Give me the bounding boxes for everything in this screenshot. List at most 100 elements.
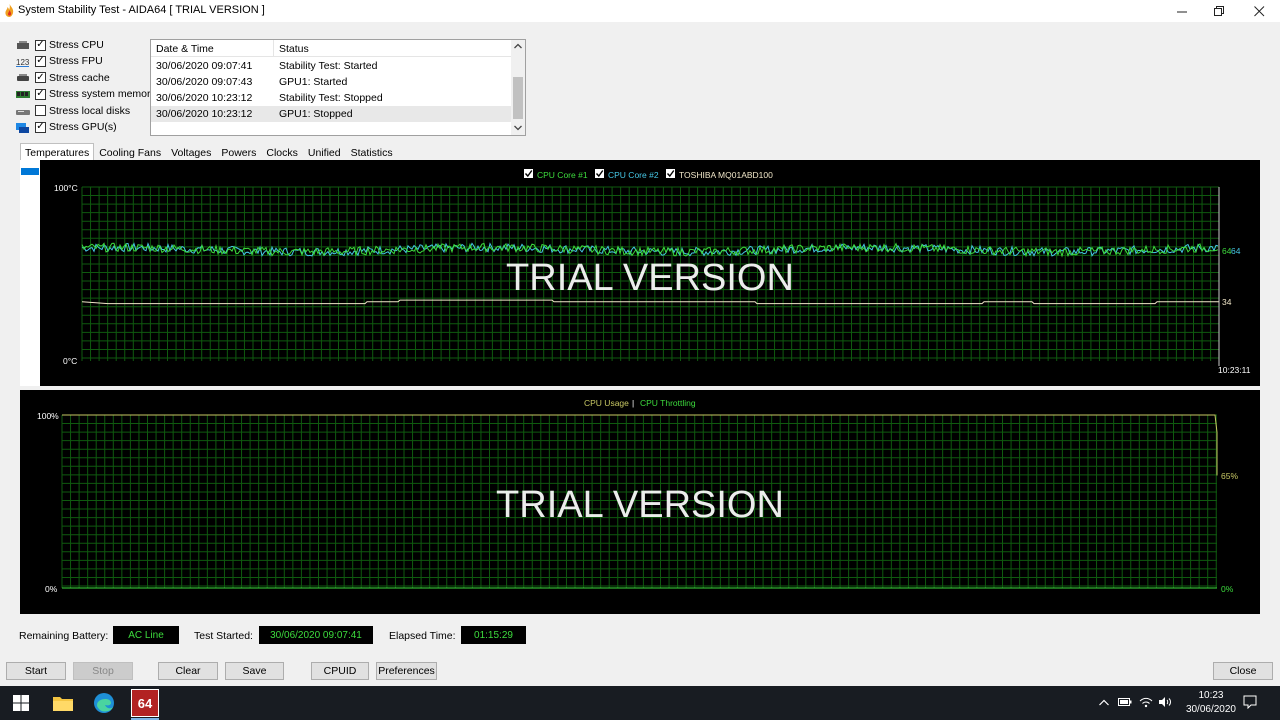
- save-button[interactable]: Save: [225, 662, 284, 680]
- log-scroll-thumb[interactable]: [513, 77, 523, 119]
- stress-checkbox[interactable]: [35, 105, 46, 117]
- taskbar-file-explorer[interactable]: [50, 690, 76, 716]
- log-datetime: 30/06/2020 09:07:43: [156, 76, 253, 88]
- tab-clocks[interactable]: Clocks: [261, 143, 303, 161]
- tab-voltages[interactable]: Voltages: [166, 143, 216, 161]
- clear-button[interactable]: Clear: [158, 662, 218, 680]
- taskbar-edge[interactable]: [91, 690, 117, 716]
- cpu-icon: [17, 40, 29, 49]
- cpu-usage-graph: CPU Usage | CPU Throttling 100% 0% 65% 0% TRIAL…: [37, 398, 1238, 594]
- stop-button[interactable]: Stop: [73, 662, 133, 680]
- stress-option-row[interactable]: ✓ Stress CPU: [16, 37, 104, 53]
- log-scrollbar[interactable]: [511, 40, 525, 135]
- windows-start-button[interactable]: [8, 690, 34, 716]
- usage-y-min-label: 0%: [45, 584, 58, 594]
- disk-icon: [16, 110, 30, 116]
- aida64-taskbar-label: 64: [137, 695, 153, 711]
- start-button[interactable]: Start: [6, 662, 66, 680]
- volume-icon[interactable]: [1158, 696, 1172, 708]
- log-datetime: 30/06/2020 09:07:41: [156, 60, 253, 72]
- folder-icon: [53, 697, 73, 711]
- clock-time: 10:23: [1198, 690, 1224, 701]
- log-status: GPU1: Stopped: [279, 108, 353, 120]
- svg-text:123: 123: [16, 58, 30, 67]
- stress-option-row[interactable]: ✓ Stress GPU(s): [16, 119, 117, 135]
- log-row[interactable]: 30/06/2020 09:07:43 GPU1: Started: [151, 74, 511, 90]
- chevron-up-icon[interactable]: [514, 43, 522, 49]
- disk-value-label: 34: [1222, 297, 1232, 307]
- fpu-icon: 123: [16, 58, 30, 67]
- preferences-button[interactable]: Preferences: [376, 662, 437, 680]
- clock-date: 30/06/2020: [1185, 704, 1236, 715]
- stress-checkbox[interactable]: ✓: [35, 88, 46, 100]
- close-icon: [1253, 5, 1264, 16]
- legend-separator: |: [632, 398, 634, 408]
- log-row[interactable]: 30/06/2020 09:07:41 Stability Test: Start…: [151, 58, 511, 74]
- tab-cooling-fans[interactable]: Cooling Fans: [94, 143, 166, 161]
- tab-unified[interactable]: Unified: [303, 143, 346, 161]
- tab-statistics[interactable]: Statistics: [346, 143, 398, 161]
- restore-icon: [1213, 5, 1224, 16]
- elapsed-time-label: Elapsed Time:: [389, 630, 456, 642]
- log-status: Stability Test: Stopped: [279, 92, 383, 104]
- chevron-down-icon[interactable]: [514, 125, 522, 131]
- temperature-graph-panel: CPU Core #1 CPU Core #2 TOSHIBA MQ01ABD100…: [20, 160, 1260, 386]
- usage-value-label: 65%: [1221, 471, 1238, 481]
- close-window-button[interactable]: [1241, 0, 1277, 22]
- log-row[interactable]: 30/06/2020 10:23:12 Stability Test: Stopp…: [151, 90, 511, 106]
- notifications-icon[interactable]: [1243, 695, 1257, 709]
- trial-watermark: TRIAL VERSION: [496, 484, 784, 526]
- stress-option-label: Stress CPU: [49, 39, 104, 51]
- time-label: 10:23:11: [1218, 365, 1251, 375]
- legend-label: CPU Core #1: [537, 170, 588, 180]
- gpu-icon: [16, 122, 29, 133]
- flame-icon: [5, 4, 14, 17]
- cpuid-button[interactable]: CPUID: [311, 662, 369, 680]
- minimize-button[interactable]: [1164, 0, 1200, 22]
- stress-checkbox[interactable]: ✓: [35, 72, 46, 84]
- log-row[interactable]: 30/06/2020 10:23:12 GPU1: Stopped: [151, 106, 511, 122]
- cache-icon: [17, 74, 29, 82]
- test-started-label: Test Started:: [194, 630, 253, 642]
- stress-option-label: Stress GPU(s): [49, 121, 117, 133]
- log-status: GPU1: Started: [279, 76, 348, 88]
- y-axis-max-label: 100°C: [54, 183, 78, 193]
- title-bar: System Stability Test - AIDA64 [ TRIAL V…: [0, 0, 1280, 22]
- legend-cpu-usage: CPU Usage: [584, 398, 629, 408]
- taskbar: 64 10:23 30/06/2020: [0, 686, 1280, 720]
- tab-temperatures[interactable]: Temperatures: [20, 143, 95, 161]
- tray-chevron-up-icon[interactable]: [1099, 699, 1109, 706]
- battery-icon[interactable]: [1118, 697, 1132, 707]
- event-log[interactable]: Date & Time Status 30/06/2020 09:07:41 St…: [150, 39, 526, 136]
- taskbar-clock[interactable]: 10:23 30/06/2020: [1186, 689, 1236, 717]
- close-button[interactable]: Close: [1213, 662, 1273, 680]
- tab-powers[interactable]: Powers: [216, 143, 261, 161]
- stress-option-label: Stress local disks: [49, 104, 131, 117]
- battery-value: AC Line: [113, 626, 179, 644]
- battery-label: Remaining Battery:: [19, 630, 109, 642]
- stress-checkbox[interactable]: ✓: [35, 39, 46, 51]
- stress-option-row[interactable]: 123 ✓ Stress FPU: [16, 53, 103, 69]
- legend-checkbox: [666, 169, 675, 178]
- stress-option-row[interactable]: Stress local disks: [16, 103, 130, 119]
- windows-logo-icon: [13, 695, 29, 711]
- taskbar-aida64[interactable]: 64: [131, 689, 159, 717]
- trial-watermark: TRIAL VERSION: [506, 257, 794, 299]
- legend-label: TOSHIBA MQ01ABD100: [679, 170, 773, 180]
- log-header-datetime[interactable]: Date & Time: [156, 43, 214, 55]
- legend-label: CPU Core #2: [608, 170, 659, 180]
- stress-option-label: Stress system memory: [49, 88, 156, 101]
- maximize-button[interactable]: [1201, 0, 1237, 22]
- stress-checkbox[interactable]: ✓: [35, 121, 46, 133]
- usage-y-max-label: 100%: [37, 411, 59, 421]
- stress-checkbox[interactable]: ✓: [35, 55, 46, 67]
- stress-option-row[interactable]: ✓ Stress cache: [16, 70, 110, 86]
- graph-tabs: Temperatures Cooling Fans Voltages Powers Cl…: [20, 143, 398, 161]
- cpu-usage-graph-panel: CPU Usage | CPU Throttling 100% 0% 65% 0% TRIAL…: [20, 390, 1260, 614]
- temperature-graph: CPU Core #1 CPU Core #2 TOSHIBA MQ01ABD100…: [54, 169, 1251, 375]
- log-header-status[interactable]: Status: [279, 43, 309, 55]
- log-datetime: 30/06/2020 10:23:12: [156, 92, 253, 104]
- wifi-icon[interactable]: [1139, 696, 1153, 708]
- legend-cpu-throttling: CPU Throttling: [640, 398, 696, 408]
- stress-option-row[interactable]: ✓ Stress system memory: [16, 86, 156, 102]
